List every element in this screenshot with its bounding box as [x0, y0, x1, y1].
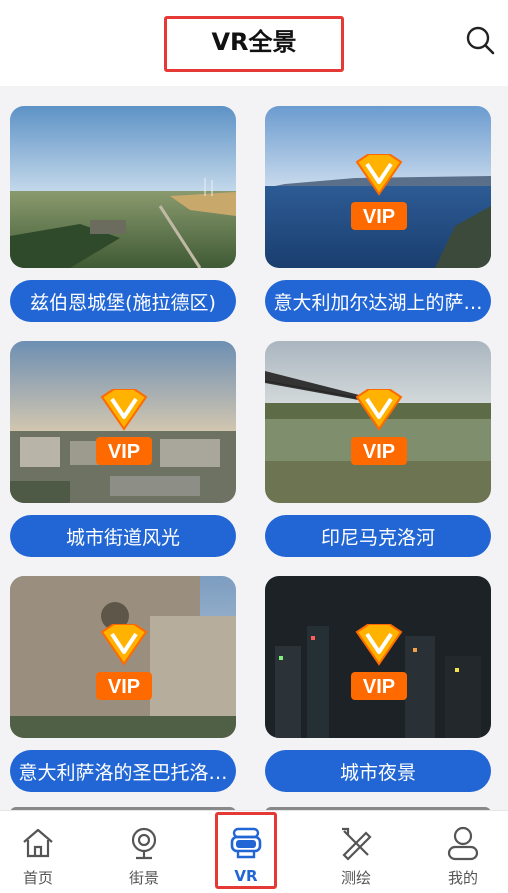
panorama-card-city-street[interactable]: VIP 城市街道风光 [10, 341, 236, 557]
diamond-icon [100, 389, 148, 431]
tab-profile[interactable]: 我的 [418, 811, 508, 893]
panorama-thumbnail: VIP [10, 576, 236, 738]
tab-label: 测绘 [340, 869, 371, 887]
tab-survey[interactable]: 测绘 [311, 811, 401, 893]
vip-badge-icon: VIP [351, 154, 407, 230]
page-title: VR全景 [211, 27, 297, 56]
title-highlight-box: VR全景 [164, 16, 344, 72]
tab-label: 我的 [447, 869, 478, 887]
tab-street-view[interactable]: 街景 [99, 811, 189, 893]
tab-label: VR [234, 867, 258, 885]
panorama-card-lake[interactable]: VIP 意大利加尔达湖上的萨… [265, 106, 491, 322]
header-bar: VR全景 [0, 0, 508, 86]
vip-badge-icon: VIP [351, 624, 407, 700]
search-icon [466, 26, 495, 55]
panorama-title: 印尼马克洛河 [265, 515, 491, 557]
vip-label: VIP [363, 441, 395, 463]
panorama-card-castle[interactable]: 兹伯恩城堡(施拉德区) [10, 106, 236, 322]
panorama-card-city-night[interactable]: VIP 城市夜景 [265, 576, 491, 792]
panorama-thumbnail [10, 106, 236, 268]
panorama-thumbnail: VIP [265, 106, 491, 268]
tab-label: 街景 [128, 869, 159, 887]
diamond-icon [355, 389, 403, 431]
panorama-card-church[interactable]: VIP 意大利萨洛的圣巴托洛… [10, 576, 236, 792]
diamond-icon [100, 624, 148, 666]
vip-badge-icon: VIP [351, 389, 407, 465]
user-icon [447, 826, 479, 861]
search-button[interactable] [464, 24, 496, 56]
vr-headset-icon [230, 827, 262, 859]
home-icon [23, 828, 53, 858]
vip-label: VIP [363, 676, 395, 698]
panorama-grid: 兹伯恩城堡(施拉德区) VIP 意大利加尔达湖上的萨… VIP 城市街道风光 V… [0, 86, 508, 810]
vip-label: VIP [108, 676, 140, 698]
camera-icon [131, 827, 157, 860]
tab-home[interactable]: 首页 [0, 811, 83, 893]
panorama-title: 城市街道风光 [10, 515, 236, 557]
panorama-card-river[interactable]: VIP 印尼马克洛河 [265, 341, 491, 557]
ruler-pencil-icon [342, 827, 372, 861]
vip-label: VIP [108, 441, 140, 463]
vip-badge-icon: VIP [96, 624, 152, 700]
bottom-tab-bar: 首页 街景 VR 测绘 我的 [0, 810, 508, 893]
panorama-thumbnail: VIP [10, 341, 236, 503]
diamond-icon [355, 154, 403, 196]
diamond-icon [355, 624, 403, 666]
panorama-thumbnail: VIP [265, 576, 491, 738]
tab-label: 首页 [22, 869, 53, 887]
panorama-title: 意大利萨洛的圣巴托洛… [10, 750, 236, 792]
panorama-title: 城市夜景 [265, 750, 491, 792]
panorama-title: 兹伯恩城堡(施拉德区) [10, 280, 236, 322]
panorama-thumbnail: VIP [265, 341, 491, 503]
vip-label: VIP [363, 206, 395, 228]
panorama-title: 意大利加尔达湖上的萨… [265, 280, 491, 322]
vip-badge-icon: VIP [96, 389, 152, 465]
tab-vr[interactable]: VR [201, 811, 291, 893]
